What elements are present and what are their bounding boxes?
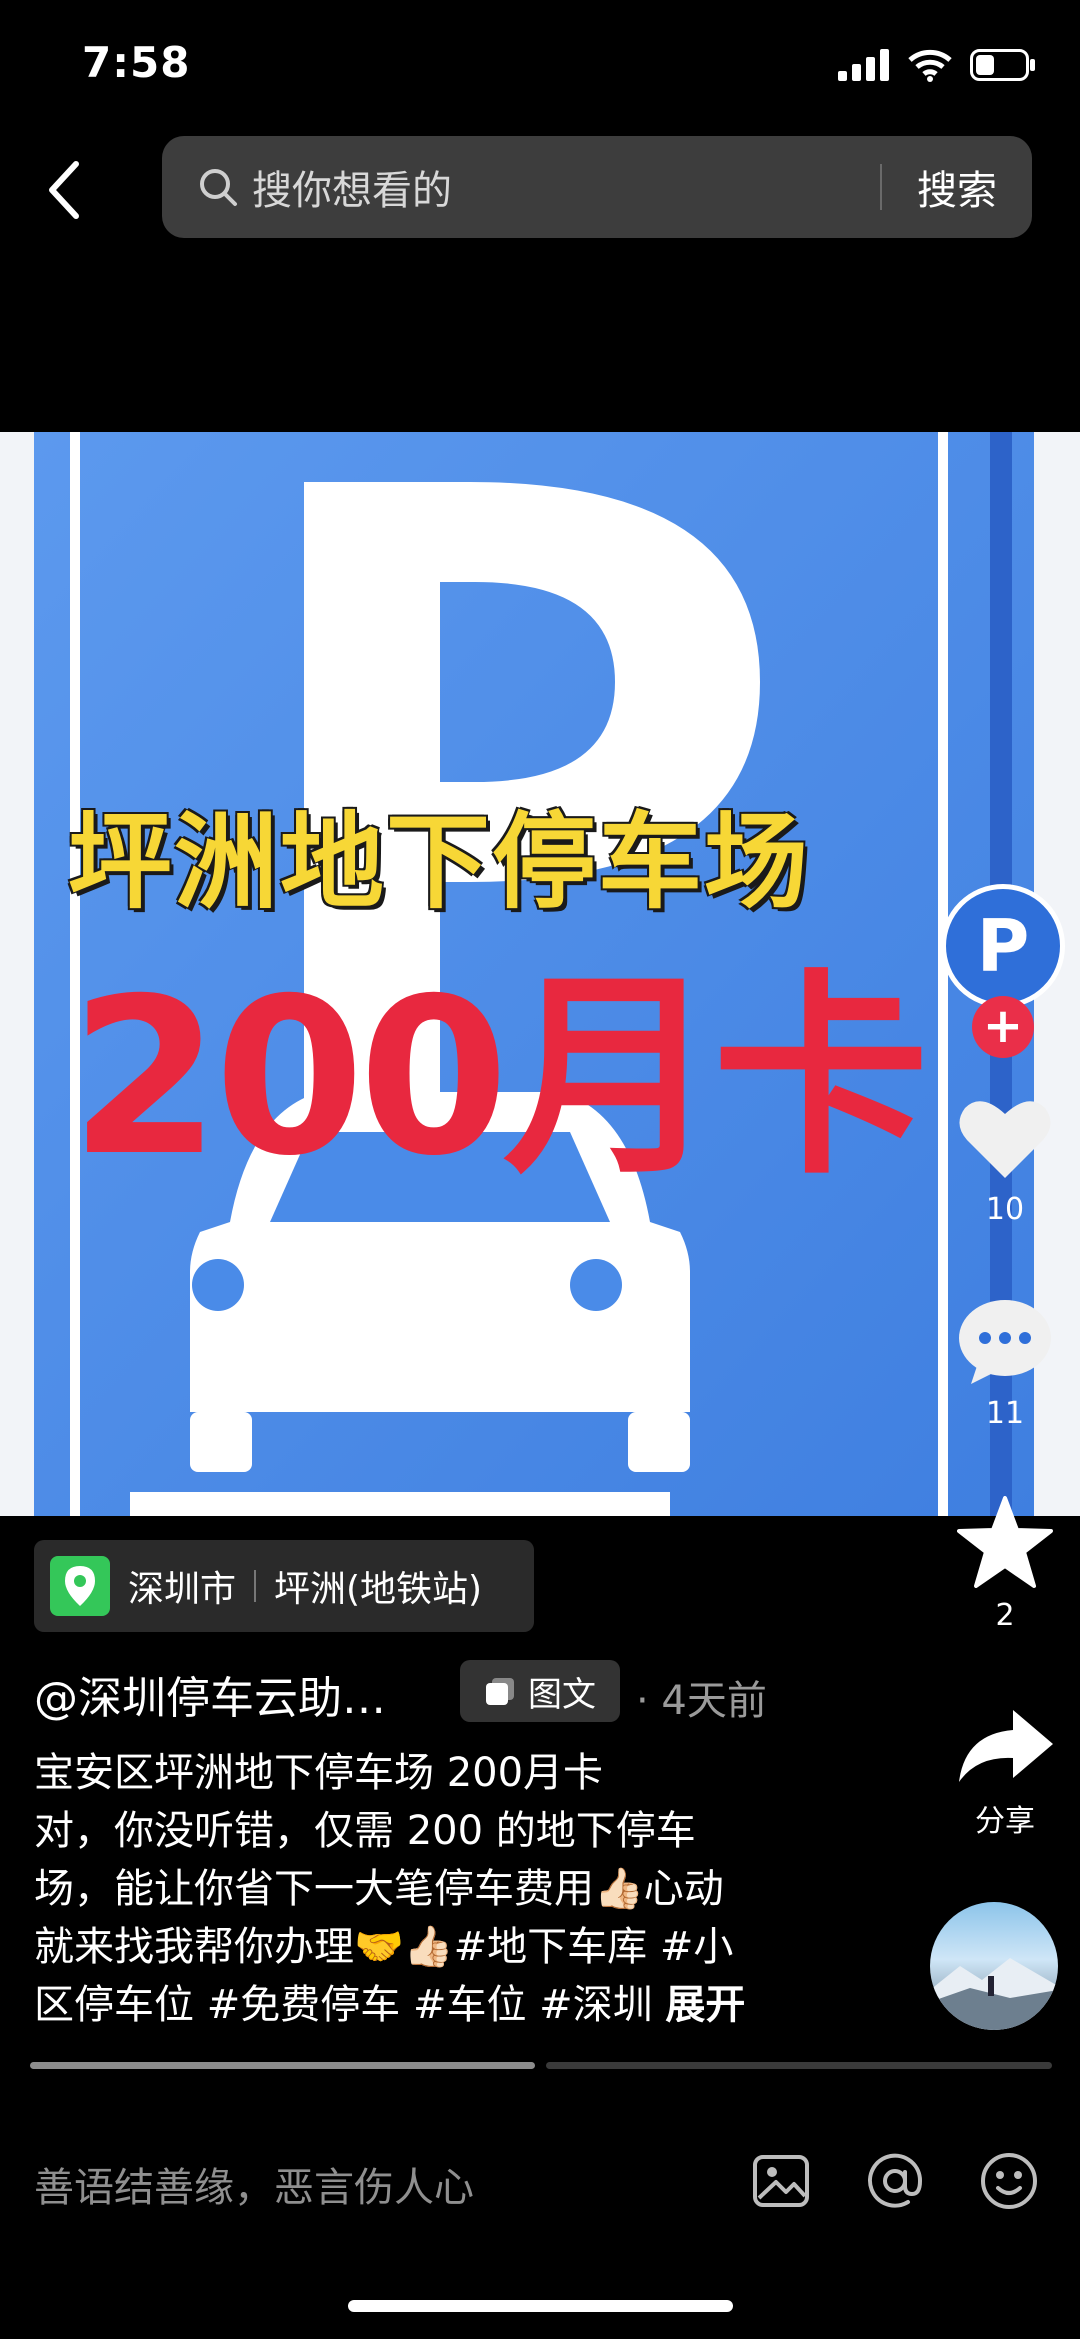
emoji-icon[interactable] [978, 2150, 1040, 2212]
back-icon[interactable] [40, 150, 90, 230]
media-price-text: 200月卡 [70, 952, 929, 1203]
expand-button[interactable]: 展开 [665, 1982, 745, 2028]
post-type-badge: 图文 [460, 1660, 620, 1722]
share-icon [959, 1710, 1053, 1782]
wifi-icon [908, 49, 952, 82]
comment-count: 11 [985, 1396, 1025, 1431]
progress-segment-1 [30, 2062, 535, 2069]
mention-icon[interactable] [864, 2150, 926, 2212]
search-bar[interactable]: 搜你想看的 搜索 [162, 136, 1032, 238]
location-divider [254, 1570, 257, 1602]
desc-line: 对，你没听错，仅需 200 的地下停车 [34, 1808, 696, 1854]
favorite-button[interactable]: 2 [930, 1496, 1080, 1633]
favorite-count: 2 [995, 1598, 1015, 1633]
comment-button[interactable]: 11 [930, 1296, 1080, 1431]
author-avatar[interactable]: P + [930, 884, 1080, 1058]
post-description[interactable]: 宝安区坪洲地下停车场 200月卡 对，你没听错，仅需 200 的地下停车 场，能… [34, 1744, 814, 2034]
author-name[interactable]: @深圳停车云助… [34, 1662, 386, 1726]
landscape-icon [930, 1958, 1058, 2030]
status-time: 7:58 [82, 38, 191, 87]
comment-icon [959, 1300, 1051, 1384]
post-time: · 4天前 [636, 1678, 767, 1724]
location-place: 坪洲(地铁站) [274, 1569, 483, 1610]
search-button[interactable]: 搜索 [882, 158, 1032, 216]
post-image[interactable]: 坪洲地下停车场 200月卡 [0, 432, 1080, 1516]
share-button[interactable]: 分享 [930, 1706, 1080, 1840]
desc-line: 就来找我帮你办理🤝👍🏻#地下车库 #小 [34, 1924, 734, 1970]
signal-icon [838, 49, 889, 81]
desc-line: 场，能让你省下一大笔停车费用👍🏻心动 [34, 1866, 724, 1912]
music-disc-avatar[interactable] [930, 1902, 1058, 2030]
location-chip[interactable]: 深圳市 坪洲(地铁站) [34, 1540, 534, 1632]
desc-line: 宝安区坪洲地下停车场 200月卡 [34, 1750, 604, 1796]
post-type-label: 图文 [528, 1674, 596, 1715]
avatar-letter: P [976, 904, 1030, 988]
heart-icon [959, 1101, 1051, 1178]
star-icon [957, 1496, 1053, 1588]
desc-line: 区停车位 #免费停车 #车位 #深圳 [34, 1982, 666, 2028]
image-icon[interactable] [750, 2150, 812, 2212]
status-icons [838, 48, 1036, 82]
location-city: 深圳市 [128, 1569, 237, 1610]
like-button[interactable]: 10 [930, 1096, 1080, 1227]
share-label: 分享 [975, 1804, 1035, 1839]
image-text-icon [486, 1678, 514, 1705]
location-pin-icon [50, 1556, 110, 1616]
search-input[interactable]: 搜你想看的 [252, 158, 880, 216]
home-indicator[interactable] [348, 2300, 733, 2312]
desc-line-last: 区停车位 #免费停车 #车位 #深圳 展开 [34, 1976, 814, 2034]
comment-input[interactable]: 善语结善缘，恶言伤人心 [34, 2155, 474, 2213]
progress-segment-2 [546, 2062, 1052, 2069]
battery-icon [970, 49, 1035, 81]
follow-plus-icon[interactable]: + [972, 996, 1034, 1058]
search-icon [200, 169, 237, 206]
like-count: 10 [985, 1192, 1025, 1227]
